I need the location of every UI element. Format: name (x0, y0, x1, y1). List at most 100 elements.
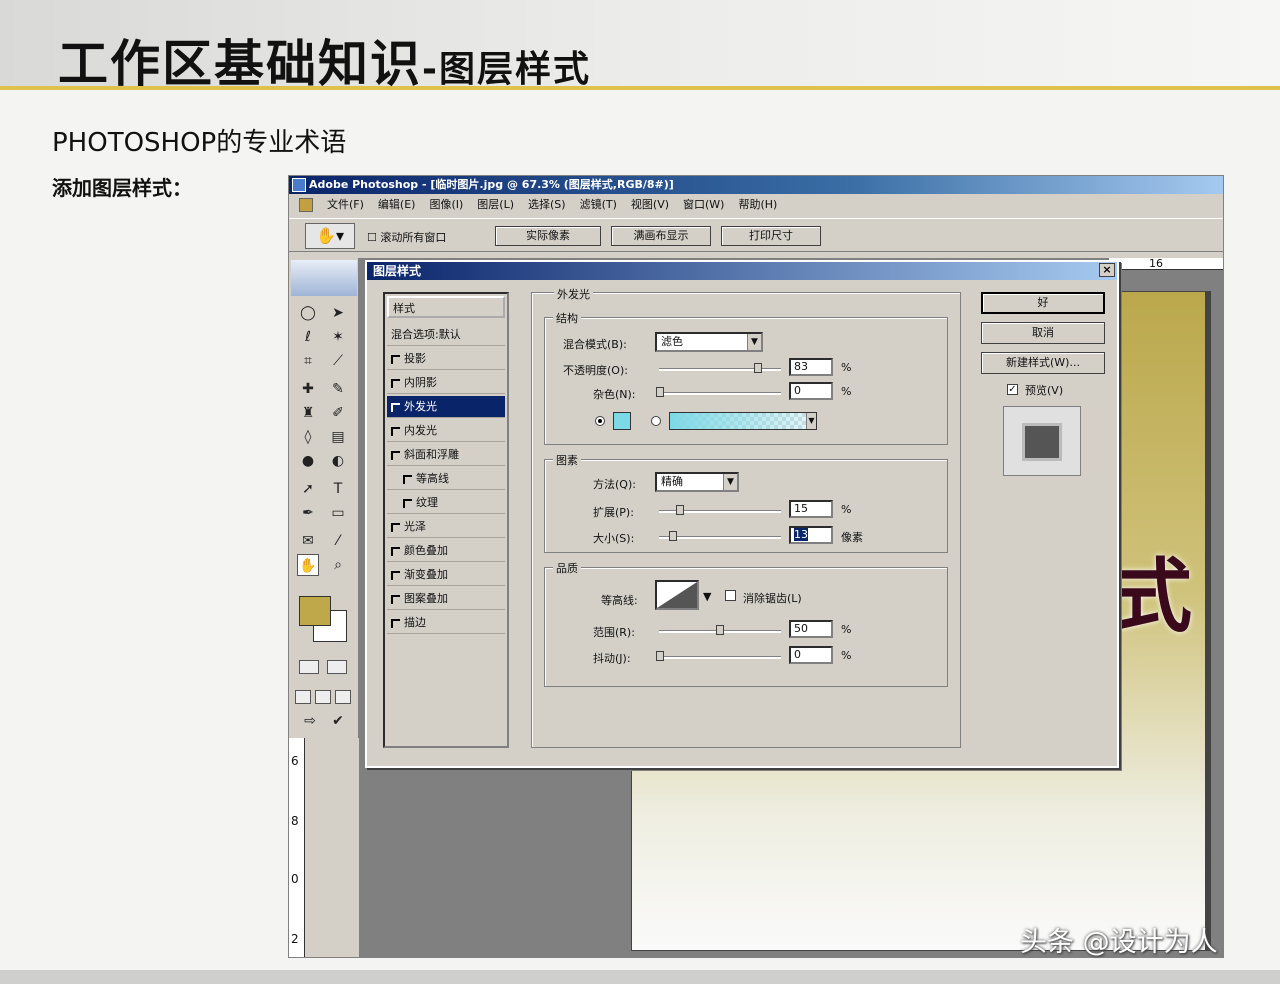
style-outer-glow[interactable]: 外发光 (387, 396, 505, 418)
size-slider[interactable] (659, 531, 781, 541)
type-tool-icon[interactable]: T (327, 478, 349, 500)
glow-color-swatch[interactable] (613, 412, 631, 430)
style-inner-shadow[interactable]: 内阴影 (387, 372, 505, 394)
marquee-tool-icon[interactable]: ◯ (297, 302, 319, 324)
magic-wand-tool-icon[interactable]: ✶ (327, 326, 349, 348)
range-input[interactable]: 50 (789, 620, 833, 638)
screen-mode-full-menu-icon[interactable] (315, 690, 331, 704)
checkbox-icon[interactable] (403, 498, 412, 508)
preview-checkbox[interactable]: ✓ (1007, 384, 1018, 395)
checkbox-icon[interactable] (391, 546, 400, 556)
new-style-button[interactable]: 新建样式(W)... (981, 352, 1105, 374)
style-stroke[interactable]: 描边 (387, 612, 505, 634)
checkmark-icon[interactable]: ✔ (327, 710, 349, 732)
lasso-tool-icon[interactable]: ℓ (297, 326, 319, 348)
scroll-all-checkbox-icon[interactable]: ☐ (367, 231, 377, 244)
path-selection-tool-icon[interactable]: ➚ (297, 478, 319, 500)
notes-tool-icon[interactable]: ✉ (297, 530, 319, 552)
style-blending-options[interactable]: 混合选项:默认 (387, 324, 505, 346)
style-bevel-emboss[interactable]: 斜面和浮雕 (387, 444, 505, 466)
standard-mode-icon[interactable] (299, 660, 319, 674)
checkbox-icon[interactable] (403, 474, 412, 484)
spread-slider[interactable] (659, 505, 781, 515)
checked-checkbox-icon[interactable] (391, 402, 400, 412)
opacity-slider[interactable] (659, 363, 781, 373)
menu-edit[interactable]: 编辑(E) (378, 195, 416, 215)
size-slider-thumb[interactable] (669, 531, 677, 541)
range-slider-thumb[interactable] (716, 625, 724, 635)
menu-view[interactable]: 视图(V) (631, 195, 669, 215)
checkbox-icon[interactable] (391, 594, 400, 604)
checkbox-icon[interactable] (391, 450, 400, 460)
solid-color-radio[interactable] (595, 416, 605, 426)
quick-mask-mode-icon[interactable] (327, 660, 347, 674)
jitter-slider[interactable] (656, 651, 781, 661)
foreground-color-swatch[interactable] (299, 596, 331, 626)
blend-mode-select[interactable]: 滤色 ▼ (655, 332, 763, 352)
spread-input[interactable]: 15 (789, 500, 833, 518)
menu-image[interactable]: 图像(I) (429, 195, 463, 215)
shape-tool-icon[interactable]: ▭ (327, 502, 349, 524)
checkbox-icon[interactable] (391, 618, 400, 628)
history-brush-tool-icon[interactable]: ✐ (327, 402, 349, 424)
menu-layer[interactable]: 图层(L) (477, 195, 514, 215)
pen-tool-icon[interactable]: ✒ (297, 502, 319, 524)
crop-tool-icon[interactable]: ⌗ (297, 350, 319, 372)
anti-aliased-checkbox[interactable] (725, 590, 736, 601)
spread-slider-thumb[interactable] (676, 505, 685, 515)
eyedropper-tool-icon[interactable]: ⁄ (327, 530, 349, 552)
move-tool-icon[interactable]: ➤ (327, 302, 349, 324)
ok-button[interactable]: 好 (981, 292, 1105, 314)
healing-brush-tool-icon[interactable]: ✚ (297, 378, 319, 400)
style-color-overlay[interactable]: 颜色叠加 (387, 540, 505, 562)
jump-to-imageready-icon[interactable]: ⇨ (299, 710, 321, 732)
gradient-tool-icon[interactable]: ▤ (327, 426, 349, 448)
checkbox-icon[interactable] (391, 378, 400, 388)
menu-filter[interactable]: 滤镜(T) (580, 195, 617, 215)
noise-input[interactable]: 0 (789, 382, 833, 400)
slice-tool-icon[interactable]: ⟋ (327, 350, 349, 372)
contour-picker[interactable] (655, 580, 699, 610)
menu-help[interactable]: 帮助(H) (738, 195, 777, 215)
style-satin[interactable]: 光泽 (387, 516, 505, 538)
noise-slider-thumb[interactable] (656, 387, 664, 397)
document-menu-icon[interactable] (299, 198, 313, 212)
hand-tool-icon[interactable]: ✋ (297, 554, 319, 576)
brush-tool-icon[interactable]: ✎ (327, 378, 349, 400)
screen-mode-full-icon[interactable] (335, 690, 351, 704)
dodge-tool-icon[interactable]: ◐ (327, 450, 349, 472)
menu-select[interactable]: 选择(S) (528, 195, 566, 215)
zoom-tool-icon[interactable]: ⌕ (327, 554, 349, 576)
actual-pixels-button[interactable]: 实际像素 (495, 226, 601, 246)
print-size-button[interactable]: 打印尺寸 (721, 226, 821, 246)
blur-tool-icon[interactable]: ● (297, 450, 319, 472)
hand-tool-preset-icon[interactable]: ✋▾ (305, 223, 355, 249)
menu-window[interactable]: 窗口(W) (683, 195, 724, 215)
fit-on-screen-button[interactable]: 满画布显示 (611, 226, 711, 246)
opacity-slider-thumb[interactable] (753, 363, 762, 373)
eraser-tool-icon[interactable]: ◊ (297, 426, 319, 448)
checkbox-icon[interactable] (391, 354, 400, 364)
style-drop-shadow[interactable]: 投影 (387, 348, 505, 370)
style-contour[interactable]: 等高线 (387, 468, 505, 490)
menu-file[interactable]: 文件(F) (327, 195, 364, 215)
size-input[interactable]: 13 (789, 526, 833, 544)
opacity-input[interactable]: 83 (789, 358, 833, 376)
style-inner-glow[interactable]: 内发光 (387, 420, 505, 442)
range-slider[interactable] (659, 625, 781, 635)
close-button[interactable]: × (1099, 263, 1115, 277)
styles-header[interactable]: 样式 (387, 296, 505, 318)
clone-stamp-tool-icon[interactable]: ♜ (297, 402, 319, 424)
checkbox-icon[interactable] (391, 570, 400, 580)
style-pattern-overlay[interactable]: 图案叠加 (387, 588, 505, 610)
screen-mode-standard-icon[interactable] (295, 690, 311, 704)
contour-dropdown-icon[interactable]: ▼ (703, 590, 711, 603)
technique-select[interactable]: 精确 ▼ (655, 472, 739, 492)
checkbox-icon[interactable] (391, 522, 400, 532)
style-gradient-overlay[interactable]: 渐变叠加 (387, 564, 505, 586)
style-texture[interactable]: 纹理 (387, 492, 505, 514)
noise-slider[interactable] (656, 387, 781, 397)
jitter-input[interactable]: 0 (789, 646, 833, 664)
scroll-all-windows-option[interactable]: ☐ 滚动所有窗口 (367, 229, 446, 245)
jitter-slider-thumb[interactable] (656, 651, 664, 661)
